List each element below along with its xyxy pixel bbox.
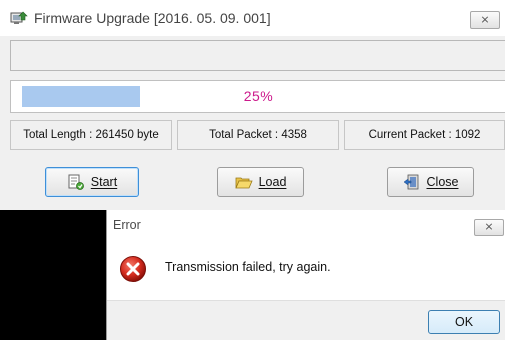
start-icon bbox=[68, 174, 84, 190]
total-length-label: Total Length : 261450 byte bbox=[10, 120, 172, 150]
load-button[interactable]: Load bbox=[217, 167, 304, 197]
error-close-button[interactable]: ⨯ bbox=[474, 219, 504, 236]
total-packet-label: Total Packet : 4358 bbox=[177, 120, 339, 150]
folder-open-icon bbox=[234, 177, 253, 189]
exit-door-icon bbox=[403, 174, 418, 190]
load-button-label: Load bbox=[258, 175, 287, 189]
start-button-label: Start bbox=[90, 175, 118, 189]
error-message: Transmission failed, try again. bbox=[165, 260, 331, 274]
start-button[interactable]: Start bbox=[45, 167, 139, 197]
error-dialog: Error ⨯ Transmission failed, try again. … bbox=[106, 210, 505, 340]
error-dialog-title: Error bbox=[113, 218, 141, 232]
error-icon bbox=[120, 256, 146, 282]
close-button-label: Close bbox=[426, 175, 459, 189]
close-button[interactable]: Close bbox=[387, 167, 474, 197]
current-packet-label: Current Packet : 1092 bbox=[344, 120, 505, 150]
close-icon: ⨯ bbox=[480, 14, 490, 26]
window-title: Firmware Upgrade [2016. 05. 09. 001] bbox=[34, 10, 271, 26]
firmware-upgrade-icon bbox=[10, 11, 28, 24]
firmware-upgrade-window: Firmware Upgrade [2016. 05. 09. 001] ⨯ 2… bbox=[0, 0, 505, 210]
error-titlebar[interactable]: Error ⨯ bbox=[107, 210, 505, 238]
status-field bbox=[10, 40, 505, 71]
ok-button[interactable]: OK bbox=[428, 310, 500, 334]
progress-percent: 25% bbox=[243, 88, 274, 104]
window-titlebar[interactable]: Firmware Upgrade [2016. 05. 09. 001] ⨯ bbox=[0, 0, 505, 36]
close-icon: ⨯ bbox=[484, 221, 494, 233]
window-close-button[interactable]: ⨯ bbox=[470, 11, 500, 29]
progress-bar: 25% bbox=[10, 80, 505, 113]
